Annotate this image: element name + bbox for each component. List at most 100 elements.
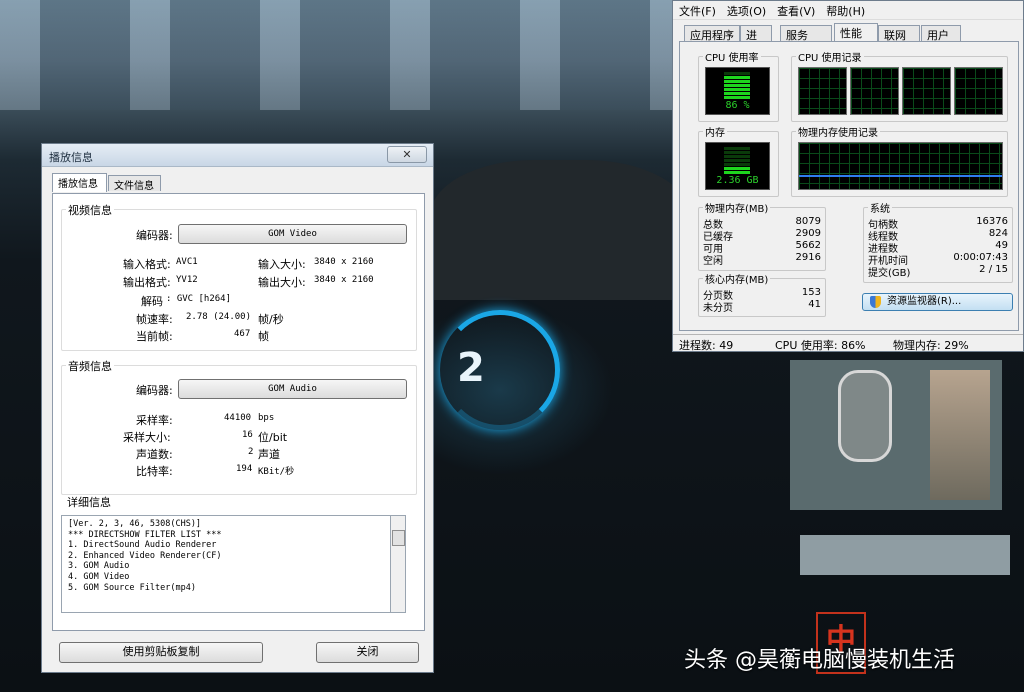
details-line: [Ver. 2, 3, 46, 5308(CHS)] — [68, 519, 202, 529]
samplesize-value: 16 — [242, 430, 253, 440]
decode-value: : GVC [h264] — [166, 294, 232, 304]
memory-meter-bars — [724, 147, 750, 175]
scrollbar-thumb[interactable] — [392, 530, 405, 546]
decode-label: 解码 — [141, 295, 163, 308]
tab-playback-info[interactable]: 播放信息 — [52, 173, 107, 192]
audio-info-group: 音频信息 编码器: GOM Audio 采样率: 44100 bps 采样大小:… — [61, 358, 417, 495]
close-icon[interactable]: ✕ — [387, 146, 427, 163]
framerate-unit: 帧/秒 — [258, 313, 284, 326]
meter-bar-segment — [724, 84, 750, 87]
details-line: 3. GOM Audio — [68, 561, 130, 572]
kernel-memory-box: 核心内存(MB) 分页数 153 未分页 41 — [698, 271, 826, 317]
cpu-usage-label: CPU 使用率 — [703, 49, 761, 64]
cpu-usage-value: 86 % — [725, 100, 750, 111]
meter-bar-segment — [724, 72, 750, 75]
output-format-value: YV12 — [176, 275, 198, 285]
details-heading: 详细信息 — [67, 496, 111, 509]
memory-value: 2.36 GB — [716, 175, 759, 186]
row-label: 空闲 — [703, 256, 723, 267]
car-icon — [838, 370, 892, 462]
input-format-label: 输入格式: — [123, 258, 171, 271]
row-value: 2916 — [795, 252, 821, 263]
samplesize-unit: 位/bit — [258, 431, 288, 444]
system-title: 系统 — [868, 200, 892, 215]
current-frame-unit: 帧 — [258, 330, 269, 343]
playback-info-dialog: 播放信息 ✕ 播放信息 文件信息 视频信息 编码器: GOM Video 输入格… — [41, 143, 434, 673]
tab-performance[interactable]: 性能 — [834, 23, 878, 42]
memory-label: 内存 — [703, 124, 727, 139]
system-row: 句柄数 16376 — [868, 216, 1008, 231]
cpu-history-graph-1 — [798, 67, 847, 115]
memory-meter: 2.36 GB — [705, 142, 770, 190]
row-value: 49 — [995, 240, 1008, 251]
row-value: 2909 — [795, 228, 821, 239]
status-memory: 物理内存: 29% — [893, 339, 969, 352]
kernel-memory-row: 未分页 41 — [703, 299, 821, 314]
dialog-titlebar[interactable]: 播放信息 ✕ — [42, 144, 433, 167]
input-format-value: AVC1 — [176, 257, 198, 267]
kernel-memory-row: 分页数 153 — [703, 287, 821, 302]
status-processes: 进程数: 49 — [679, 339, 734, 352]
close-button[interactable]: 关闭 — [316, 642, 419, 663]
tab-networking[interactable]: 联网 — [878, 25, 920, 42]
cpu-history-label: CPU 使用记录 — [796, 49, 864, 64]
details-line: 4. GOM Video — [68, 571, 130, 582]
video-codec-label: 编码器: — [136, 229, 173, 242]
row-label: 提交(GB) — [868, 268, 911, 279]
menu-bar: 文件(F) 选项(O) 查看(V) 帮助(H) — [673, 1, 1023, 20]
channels-label: 声道数: — [136, 448, 173, 461]
memory-history-line — [799, 175, 1002, 177]
system-box: 系统 句柄数 16376 线程数 824 进程数 49 开机时间 0:00:07:43 … — [863, 200, 1013, 283]
copy-clipboard-button[interactable]: 使用剪贴板复制 — [59, 642, 263, 663]
tab-users[interactable]: 用户 — [921, 25, 961, 42]
bitrate-value: 194 — [236, 464, 253, 474]
channels-unit: 声道 — [258, 448, 280, 461]
meter-bar-segment — [724, 147, 750, 150]
input-size-label: 输入大小: — [258, 258, 306, 271]
output-format-label: 输出格式: — [123, 276, 171, 289]
system-row: 开机时间 0:00:07:43 — [868, 252, 1008, 267]
current-frame-label: 当前帧: — [136, 330, 173, 343]
tab-applications[interactable]: 应用程序 — [684, 25, 740, 42]
physical-memory-row: 已缓存 2909 — [703, 228, 821, 243]
details-line: *** DIRECTSHOW FILTER LIST *** — [68, 529, 222, 540]
meter-bar-segment — [724, 88, 750, 91]
bitrate-label: 比特率: — [136, 465, 173, 478]
row-value: 16376 — [976, 216, 1008, 227]
resource-monitor-button[interactable]: 资源监视器(R)... — [862, 293, 1013, 311]
samplesize-label: 采样大小: — [123, 431, 171, 444]
tab-file-info[interactable]: 文件信息 — [108, 175, 161, 192]
camera-view — [930, 370, 990, 500]
menu-view[interactable]: 查看(V) — [771, 1, 820, 19]
system-row: 进程数 49 — [868, 240, 1008, 255]
system-row: 提交(GB) 2 / 15 — [868, 264, 1008, 279]
audio-codec-button[interactable]: GOM Audio — [178, 379, 407, 399]
row-value: 0:00:07:43 — [953, 252, 1008, 263]
tab-processes[interactable]: 进程 — [740, 25, 772, 58]
menu-options[interactable]: 选项(O) — [721, 1, 771, 19]
physical-memory-row: 空闲 2916 — [703, 252, 821, 267]
task-manager-window: 文件(F)选项(O)查看(V)帮助(H) 应用程序 进程 服务 性能 联网 用户… — [672, 0, 1024, 352]
cpu-usage-box: CPU 使用率 86 % — [698, 49, 779, 122]
row-value: 41 — [808, 299, 821, 310]
details-line: 5. GOM Source Filter(mp4) — [68, 582, 196, 593]
meter-bar-segment — [724, 151, 750, 154]
tab-services[interactable]: 服务 — [780, 25, 832, 42]
row-value: 5662 — [795, 240, 821, 251]
meter-bar-segment — [724, 159, 750, 162]
details-textbox[interactable]: [Ver. 2, 3, 46, 5308(CHS)] *** DIRECTSHO… — [61, 515, 391, 613]
meter-bar-segment — [724, 96, 750, 99]
menu-help[interactable]: 帮助(H) — [820, 1, 870, 19]
menu-file[interactable]: 文件(F) — [673, 1, 721, 19]
row-value: 2 / 15 — [979, 264, 1008, 275]
details-scrollbar[interactable] — [391, 515, 406, 613]
current-frame-value: 467 — [234, 329, 251, 339]
system-row: 线程数 824 — [868, 228, 1008, 243]
video-codec-button[interactable]: GOM Video — [178, 224, 407, 244]
framerate-value: 2.78 (24.00) — [186, 312, 252, 322]
row-value: 153 — [801, 287, 821, 298]
row-value: 824 — [988, 228, 1008, 239]
background-screen-bar — [800, 535, 1010, 575]
bitrate-unit: KBit/秒 — [258, 467, 295, 477]
output-size-label: 输出大小: — [258, 276, 306, 289]
